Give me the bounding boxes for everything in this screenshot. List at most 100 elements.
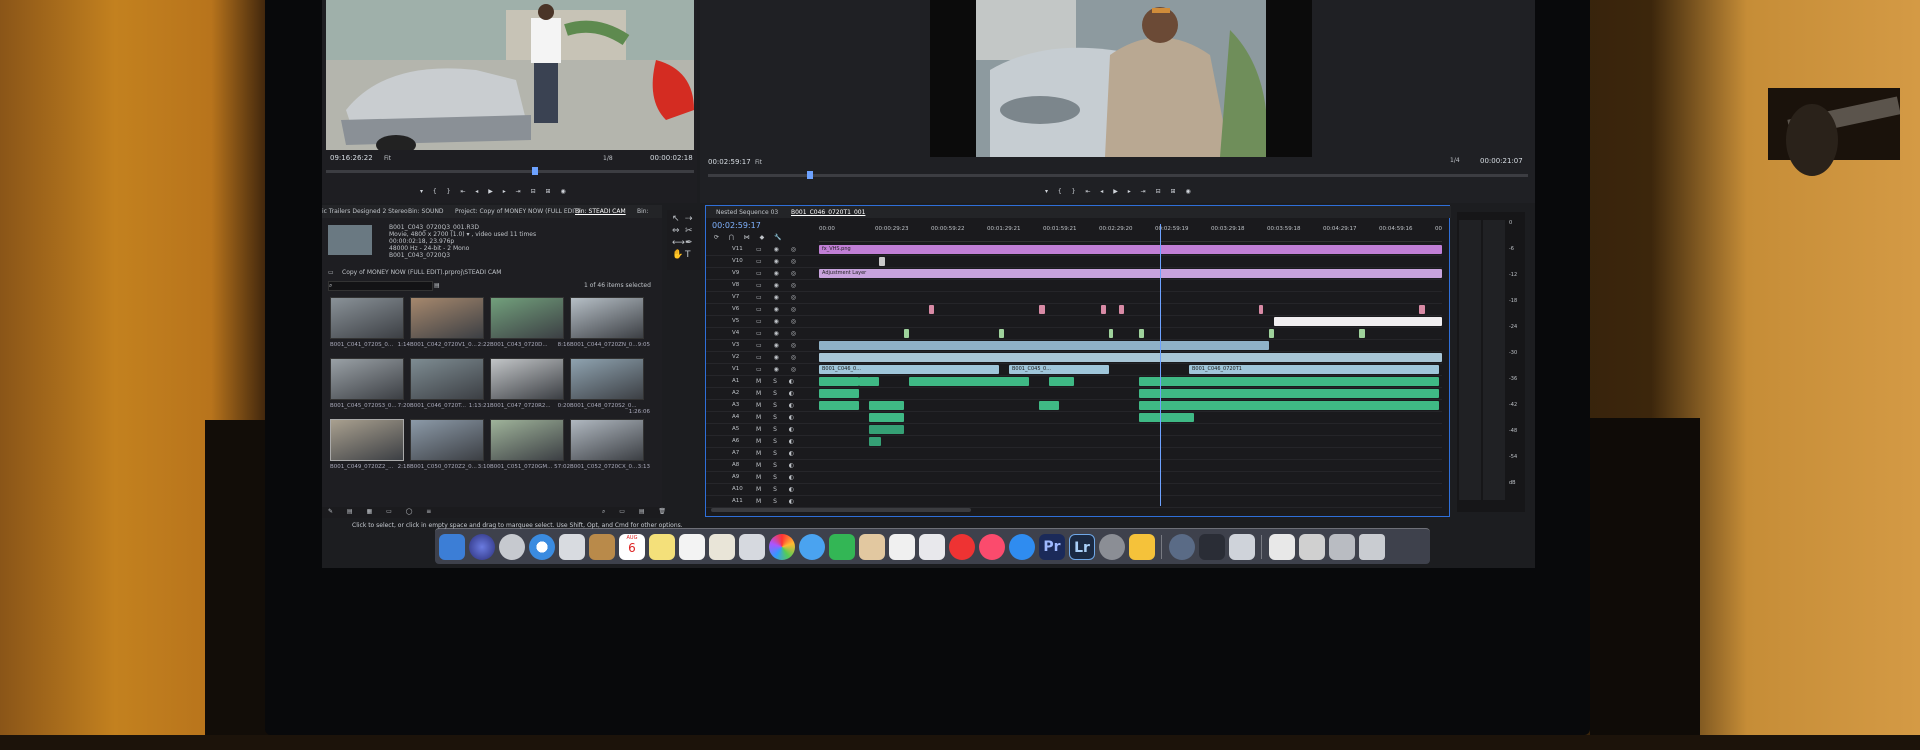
track-toggle-icons[interactable]: ▭ ◉ ◎ — [756, 366, 801, 373]
adjustment-layer-clip[interactable]: Adjustment Layer — [819, 269, 1442, 278]
project-footer-tools[interactable]: ✎ ▤ ▦ ▭ ◯ ≡ — [328, 508, 437, 515]
track-toggle-icons[interactable]: ▭ ◉ ◎ — [756, 258, 801, 265]
track-header[interactable]: A9 M S ◐ — [706, 472, 819, 484]
source-transport-controls[interactable]: ▾ { } ⇤ ◂ ▶ ▸ ⇥ ⊟ ⊞ ◉ — [420, 188, 570, 195]
track-row[interactable] — [819, 460, 1442, 472]
folder-stack-icon[interactable] — [1129, 534, 1155, 560]
track-header[interactable]: V10 ▭ ◉ ◎ — [706, 256, 819, 268]
track-toggle-icons[interactable]: ▭ ◉ ◎ — [756, 354, 801, 361]
program-fit-select[interactable]: Fit — [755, 159, 762, 166]
timeline-clip[interactable] — [1139, 329, 1144, 338]
timeline-clip[interactable] — [1359, 329, 1365, 338]
news-icon[interactable] — [949, 534, 975, 560]
audio-clip[interactable] — [869, 425, 904, 434]
audio-clip[interactable] — [869, 437, 881, 446]
tab-bin-steadicam[interactable]: Bin: STEADI CAM — [575, 208, 626, 215]
screenshot-icon[interactable] — [1229, 534, 1255, 560]
program-timecode[interactable]: 00:02:59:17 — [708, 158, 751, 166]
bin-thumbnail[interactable] — [330, 358, 404, 400]
siri-icon[interactable] — [469, 534, 495, 560]
track-toggle-icons[interactable]: M S ◐ — [756, 390, 799, 397]
hand-tool-icon[interactable]: ✋ — [672, 250, 683, 260]
track-row[interactable] — [819, 316, 1442, 328]
project-footer-actions[interactable]: ⌕ ▭ ▤ 🗑 — [602, 508, 672, 516]
track-row[interactable] — [819, 400, 1442, 412]
track-row[interactable] — [819, 412, 1442, 424]
track-header[interactable]: V7 ▭ ◉ ◎ — [706, 292, 819, 304]
messages-icon[interactable] — [799, 534, 825, 560]
track-row[interactable] — [819, 484, 1442, 496]
clip-c[interactable]: B001_C046_0720T1 — [1189, 365, 1439, 374]
finder-icon[interactable] — [439, 534, 465, 560]
bin-thumbnail[interactable] — [570, 297, 644, 339]
bin-thumbnail[interactable] — [330, 419, 404, 461]
timeline-clip[interactable] — [904, 329, 909, 338]
track-row[interactable]: fx_VHS.png — [819, 244, 1442, 256]
system-preferences-icon[interactable] — [1099, 534, 1125, 560]
track-toggle-icons[interactable]: ▭ ◉ ◎ — [756, 342, 801, 349]
program-scrub-bar[interactable] — [708, 174, 1528, 177]
track-toggle-icons[interactable]: M S ◐ — [756, 414, 799, 421]
track-header[interactable]: V5 ▭ ◉ ◎ — [706, 316, 819, 328]
media-encoder-icon[interactable] — [1199, 534, 1225, 560]
audio-clip[interactable] — [1189, 401, 1439, 410]
timeline-clip[interactable] — [1109, 329, 1113, 338]
track-row[interactable] — [819, 376, 1442, 388]
timeline-clip[interactable] — [819, 353, 1442, 362]
timeline-clip[interactable] — [1119, 305, 1124, 314]
pen-tool-icon[interactable]: ✒ — [685, 238, 693, 248]
timeline-clip[interactable] — [1039, 305, 1045, 314]
source-fit-select[interactable]: Fit — [384, 155, 391, 162]
selection-tool-icon[interactable]: ↖ — [672, 214, 680, 224]
tab-nested-sequence[interactable]: Nested Sequence 03 — [716, 209, 778, 216]
track-toggle-icons[interactable]: ▭ ◉ ◎ — [756, 294, 801, 301]
razor-tool-icon[interactable]: ✂ — [685, 226, 693, 236]
track-row[interactable] — [819, 328, 1442, 340]
audio-clip[interactable] — [819, 389, 859, 398]
clip-a[interactable]: B001_C046_0... — [819, 365, 999, 374]
bin-thumbnail[interactable] — [330, 297, 404, 339]
track-row[interactable] — [819, 352, 1442, 364]
track-toggle-icons[interactable]: ▭ ◉ ◎ — [756, 306, 801, 313]
track-select-tool-icon[interactable]: ⇢ — [685, 214, 693, 224]
track-header[interactable]: V2 ▭ ◉ ◎ — [706, 352, 819, 364]
track-row[interactable] — [819, 424, 1442, 436]
app-store-icon[interactable] — [1009, 534, 1035, 560]
timeline-clip[interactable] — [1101, 305, 1106, 314]
bin-thumbnail[interactable] — [490, 358, 564, 400]
tab-trailers[interactable]: ic Trailers Designed 2 Stereo — [322, 208, 408, 215]
audio-clip[interactable] — [1139, 401, 1194, 410]
reminders-icon[interactable] — [679, 534, 705, 560]
notes-icon[interactable] — [649, 534, 675, 560]
bin-thumbnail[interactable] — [410, 419, 484, 461]
audio-clip[interactable] — [1189, 377, 1439, 386]
downloads-stack-icon[interactable] — [1299, 534, 1325, 560]
track-header[interactable]: A7 M S ◐ — [706, 448, 819, 460]
document-icon[interactable] — [1269, 534, 1295, 560]
keynote-icon[interactable] — [919, 534, 945, 560]
track-header[interactable]: V3 ▭ ◉ ◎ — [706, 340, 819, 352]
track-toggle-icons[interactable]: M S ◐ — [756, 462, 799, 469]
timeline-clip[interactable] — [999, 329, 1004, 338]
track-row[interactable] — [819, 496, 1442, 508]
audio-clip[interactable] — [869, 401, 904, 410]
audio-clip[interactable] — [909, 377, 1029, 386]
source-playhead[interactable] — [532, 167, 538, 175]
audio-clip[interactable] — [1139, 413, 1194, 422]
source-scrub-bar[interactable] — [326, 170, 694, 173]
track-toggle-icons[interactable]: M S ◐ — [756, 498, 799, 505]
track-header[interactable]: A8 M S ◐ — [706, 460, 819, 472]
timeline-clip[interactable] — [879, 257, 885, 266]
audio-clip[interactable] — [1189, 389, 1439, 398]
timeline-timecode[interactable]: 00:02:59:17 — [712, 221, 761, 230]
bin-thumbnail[interactable] — [570, 419, 644, 461]
timeline-clip[interactable] — [1259, 305, 1263, 314]
track-toggle-icons[interactable]: M S ◐ — [756, 450, 799, 457]
ripple-edit-tool-icon[interactable]: ⇔ — [672, 226, 680, 236]
new-bin-icon[interactable]: ▤ — [434, 282, 440, 289]
track-row[interactable] — [819, 292, 1442, 304]
source-timecode[interactable]: 09:16:26:22 — [330, 154, 373, 162]
photos-icon[interactable] — [769, 534, 795, 560]
books-icon[interactable] — [859, 534, 885, 560]
audio-clip[interactable] — [1039, 401, 1059, 410]
